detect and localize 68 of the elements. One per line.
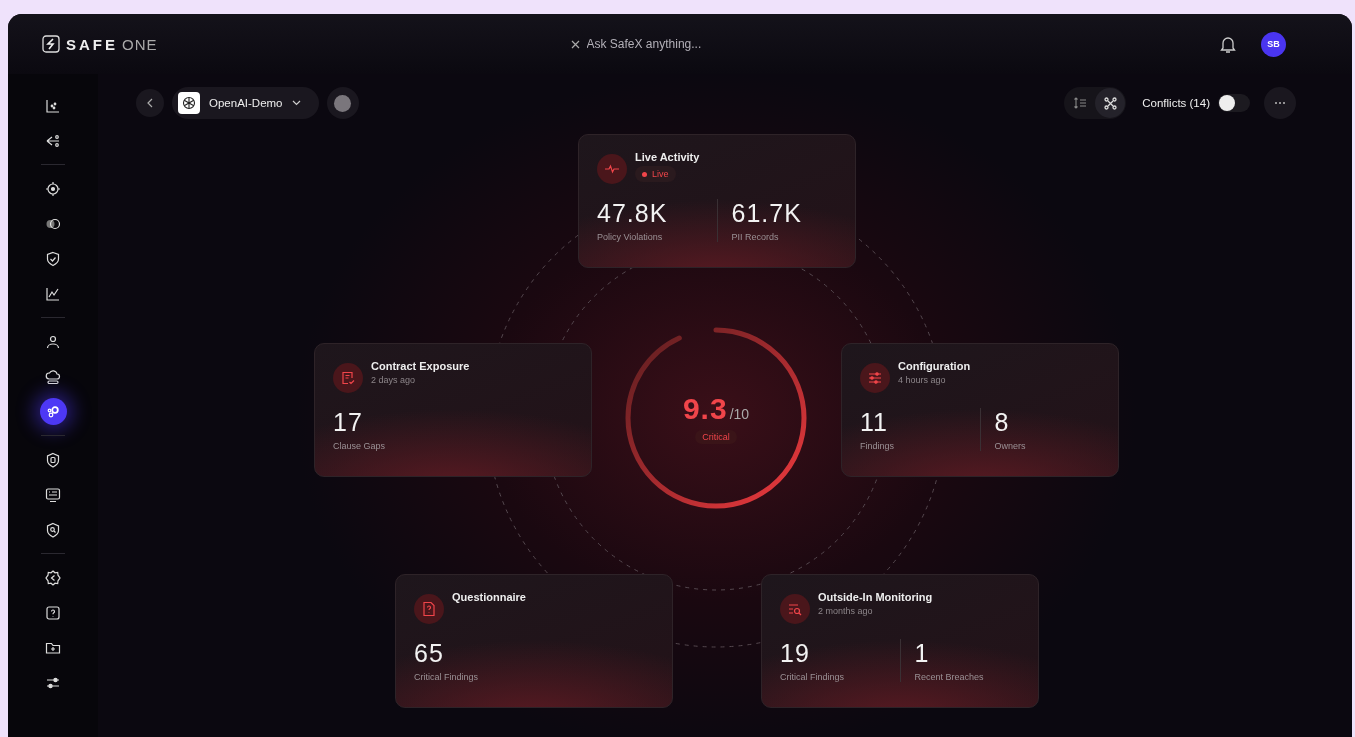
sort-list-icon	[1073, 97, 1088, 109]
chevron-down-icon	[291, 100, 301, 106]
metric-label: Critical Findings	[780, 672, 846, 682]
logo-icon	[42, 35, 60, 53]
metric-label: Findings	[860, 441, 896, 451]
network-nodes-icon	[1103, 96, 1117, 110]
metric-card[interactable]: Outside-In Monitoring 2 months ago 19 Critical Findings 1 Recent Breaches	[761, 574, 1039, 708]
close-icon[interactable]	[570, 39, 580, 49]
knot-logo-icon	[182, 96, 196, 110]
user-avatar[interactable]: SB	[1261, 31, 1286, 57]
shield-doc-icon	[45, 451, 61, 468]
bubbles-icon	[45, 403, 61, 420]
metric-label: Clause Gaps	[333, 441, 387, 451]
metric-card[interactable]: Questionnaire 65 Critical Findings	[395, 574, 673, 708]
metric-value: 61.7K	[731, 199, 803, 228]
card-title: Configuration	[898, 360, 971, 372]
sidebar-item[interactable]	[39, 398, 67, 425]
metric-value: 65	[414, 639, 445, 668]
conflicts-label: Conflicts (14)	[1142, 97, 1210, 109]
conflicts-toggle[interactable]	[1218, 94, 1250, 112]
card-timestamp: 2 months ago	[818, 606, 873, 616]
sliders-icon	[867, 370, 883, 386]
status-button[interactable]	[326, 87, 359, 119]
metric-label: Critical Findings	[414, 672, 480, 682]
chevron-left-icon	[147, 98, 153, 108]
bell-icon[interactable]	[1219, 34, 1237, 54]
metric-value: 47.8K	[597, 199, 669, 228]
target-icon	[45, 180, 61, 197]
brand-suffix: ONE	[122, 35, 158, 53]
score-scale: /10	[729, 406, 750, 422]
share-icon	[45, 132, 61, 149]
document-check-icon	[340, 370, 356, 386]
line-chart-icon	[45, 285, 61, 302]
status-badge: Critical	[695, 430, 737, 444]
risk-score: 9.3	[682, 392, 728, 426]
card-timestamp: 2 days ago	[371, 375, 416, 385]
live-badge: Live	[635, 166, 676, 182]
network-view-button[interactable]	[1095, 88, 1126, 118]
metric-card[interactable]: Live Activity Live 47.8K Policy Violations 61.7K PII Records	[578, 134, 856, 268]
metric-label: Owners	[994, 441, 1027, 451]
metric-value: 8	[994, 408, 1011, 437]
card-timestamp: 4 hours ago	[898, 375, 946, 385]
list-window-icon	[45, 486, 61, 503]
back-button[interactable]	[136, 89, 164, 117]
shield-check-icon	[45, 250, 61, 267]
card-title: Questionnaire	[452, 591, 526, 603]
card-title: Contract Exposure	[371, 360, 470, 372]
metric-value: 11	[860, 408, 889, 437]
metric-label: PII Records	[731, 232, 780, 242]
badge-icon	[45, 569, 61, 586]
metric-value: 17	[333, 408, 364, 437]
search-list-icon	[787, 601, 803, 617]
card-title: Live Activity	[635, 151, 700, 163]
metric-value: 19	[780, 639, 811, 668]
scatter-chart-icon	[45, 97, 61, 114]
card-title: Outside-In Monitoring	[818, 591, 933, 603]
user-icon	[45, 333, 61, 350]
shield-search-icon	[45, 521, 61, 538]
metric-card[interactable]: Configuration 4 hours ago 11 Findings 8 Owners	[841, 343, 1119, 477]
metric-card[interactable]: Contract Exposure 2 days ago 17 Clause Gaps	[314, 343, 592, 477]
metric-value: 1	[914, 639, 931, 668]
metric-label: Recent Breaches	[914, 672, 985, 682]
cloud-icon	[45, 368, 61, 385]
help-icon	[45, 604, 61, 621]
brand-name: SAFE	[66, 35, 118, 53]
workspace-selector[interactable]: OpenAI-Demo	[172, 87, 319, 119]
document-question-icon	[421, 601, 437, 617]
metric-label: Policy Violations	[597, 232, 664, 242]
